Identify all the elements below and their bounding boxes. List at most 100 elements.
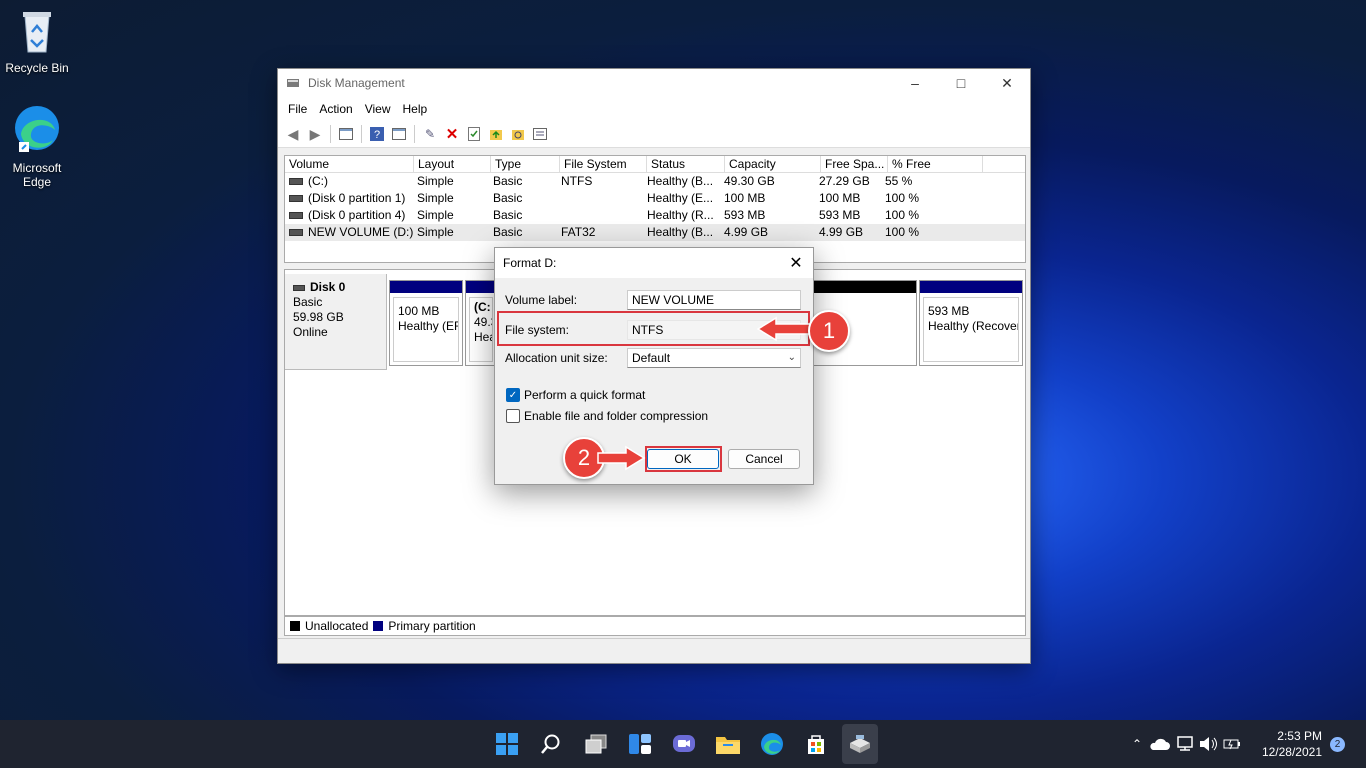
- onedrive-cloud-icon[interactable]: [1148, 737, 1170, 751]
- network-icon[interactable]: [1174, 736, 1196, 752]
- forward-arrow-icon: ▶: [309, 125, 321, 142]
- minimize-icon: –: [911, 75, 919, 91]
- column-percent-free[interactable]: % Free: [888, 156, 983, 172]
- quick-format-label: Perform a quick format: [524, 388, 646, 402]
- console-tree-icon: [339, 128, 353, 140]
- column-status[interactable]: Status: [647, 156, 725, 172]
- cell-type: Basic: [493, 225, 523, 239]
- disk-name: Disk 0: [310, 280, 346, 294]
- column-layout[interactable]: Layout: [414, 156, 491, 172]
- help-button[interactable]: ?: [368, 125, 386, 143]
- toolbar: ◀ ▶ ? ✎ ✕: [278, 121, 1030, 148]
- cell-layout: Simple: [417, 208, 454, 222]
- column-file-system[interactable]: File System: [560, 156, 647, 172]
- cell-layout: Simple: [417, 191, 454, 205]
- forward-button[interactable]: ▶: [306, 125, 324, 143]
- dialog-close-button[interactable]: ✕: [785, 252, 807, 274]
- search-button[interactable]: [535, 728, 567, 760]
- edge-icon: [15, 106, 59, 152]
- column-volume[interactable]: Volume: [285, 156, 414, 172]
- back-button[interactable]: ◀: [284, 125, 302, 143]
- minimize-button[interactable]: –: [892, 69, 938, 97]
- search-folder-button[interactable]: [509, 125, 527, 143]
- table-row[interactable]: (C:) Simple Basic NTFS Healthy (B... 49.…: [285, 173, 1025, 190]
- folder-up-icon: [490, 130, 502, 140]
- connect-disk-button[interactable]: ✎: [421, 125, 439, 143]
- teams-chat-button[interactable]: [668, 728, 700, 760]
- partition-status: Healthy (EF: [398, 319, 459, 333]
- legend-primary: Primary partition: [388, 619, 476, 633]
- partition-status: Healthy (Recover: [928, 319, 1019, 333]
- volume-speaker-icon[interactable]: [1198, 736, 1218, 752]
- volume-list-header: Volume Layout Type File System Status Ca…: [285, 156, 1025, 173]
- menu-action[interactable]: Action: [313, 102, 358, 116]
- clock[interactable]: 2:53 PM 12/28/2021: [1256, 728, 1322, 760]
- edge-desktop-icon[interactable]: Microsoft Edge: [0, 104, 74, 189]
- disk-management-taskbar-button[interactable]: [842, 724, 878, 764]
- notification-badge[interactable]: 2: [1330, 737, 1345, 752]
- open-folder-button[interactable]: [487, 125, 505, 143]
- taskbar: ⌃ 2:53 PM 12/28/2021 2: [0, 720, 1366, 768]
- allocation-unit-select[interactable]: Default ⌄: [627, 348, 801, 368]
- volume-label-input[interactable]: NEW VOLUME: [627, 290, 801, 310]
- console-tree-button[interactable]: [337, 125, 355, 143]
- partition-efi[interactable]: 100 MB Healthy (EF: [389, 280, 463, 366]
- partition-recovery[interactable]: 593 MB Healthy (Recover: [919, 280, 1023, 366]
- disk-management-icon: [850, 735, 870, 753]
- cell-capacity: 593 MB: [724, 208, 766, 222]
- column-free-space[interactable]: Free Spa...: [821, 156, 888, 172]
- settings-button[interactable]: [531, 125, 549, 143]
- compression-checkbox[interactable]: Enable file and folder compression: [506, 409, 708, 423]
- cell-status: Healthy (R...: [647, 208, 714, 222]
- partition-c[interactable]: (C: 49.3 Heal: [465, 280, 497, 366]
- check-button[interactable]: [465, 125, 483, 143]
- chevron-down-icon: ⌄: [787, 352, 796, 363]
- column-capacity[interactable]: Capacity: [725, 156, 821, 172]
- task-view-button[interactable]: [580, 728, 612, 760]
- recycle-bin-desktop-icon[interactable]: Recycle Bin: [0, 8, 74, 75]
- file-explorer-button[interactable]: [712, 728, 744, 760]
- window-title: Disk Management: [308, 76, 405, 90]
- cell-volume: (Disk 0 partition 4): [308, 208, 406, 222]
- menu-file[interactable]: File: [282, 102, 313, 116]
- cell-type: Basic: [493, 208, 523, 222]
- properties-button[interactable]: [390, 125, 408, 143]
- table-row[interactable]: (Disk 0 partition 4) Simple Basic Health…: [285, 207, 1025, 224]
- maximize-button[interactable]: □: [938, 69, 984, 97]
- volume-icon: [289, 195, 303, 203]
- task-view-icon: [585, 734, 607, 754]
- cell-volume: (Disk 0 partition 1): [308, 191, 406, 205]
- cell-capacity: 49.30 GB: [724, 174, 775, 188]
- menu-help[interactable]: Help: [397, 102, 434, 116]
- menu-view[interactable]: View: [359, 102, 397, 116]
- close-button[interactable]: ✕: [984, 69, 1030, 97]
- table-row[interactable]: (Disk 0 partition 1) Simple Basic Health…: [285, 190, 1025, 207]
- partition-name: (C:: [474, 300, 491, 314]
- show-hidden-icons-chevron-icon[interactable]: ⌃: [1126, 737, 1148, 751]
- allocation-unit-value: Default: [632, 351, 671, 365]
- column-type[interactable]: Type: [491, 156, 560, 172]
- cell-type: Basic: [493, 174, 523, 188]
- cancel-button[interactable]: Cancel: [728, 449, 800, 469]
- windows-logo-icon: [496, 733, 518, 755]
- start-button[interactable]: [491, 728, 523, 760]
- cell-capacity: 100 MB: [724, 191, 766, 205]
- dialog-titlebar[interactable]: Format D: ✕: [495, 248, 813, 278]
- disk-size: 59.98 GB: [293, 310, 344, 324]
- help-icon: ?: [370, 127, 384, 141]
- menu-bar: File Action View Help: [278, 97, 1030, 121]
- widgets-button[interactable]: [624, 728, 656, 760]
- table-row[interactable]: NEW VOLUME (D:) Simple Basic FAT32 Healt…: [285, 224, 1025, 241]
- store-button[interactable]: [800, 728, 832, 760]
- edge-icon: [761, 733, 783, 755]
- quick-format-checkbox[interactable]: ✓ Perform a quick format: [506, 388, 645, 402]
- window-titlebar[interactable]: Disk Management – □ ✕: [278, 69, 1030, 97]
- disk-0-label[interactable]: Disk 0 Basic 59.98 GB Online: [285, 274, 387, 370]
- folder-icon: [716, 737, 740, 754]
- edge-taskbar-button[interactable]: [756, 728, 788, 760]
- delete-button[interactable]: ✕: [443, 125, 461, 143]
- battery-plug-icon[interactable]: [1222, 736, 1242, 752]
- recycle-bin-label: Recycle Bin: [5, 61, 69, 75]
- back-arrow-icon: ◀: [287, 125, 299, 142]
- disk-type: Basic: [293, 295, 323, 309]
